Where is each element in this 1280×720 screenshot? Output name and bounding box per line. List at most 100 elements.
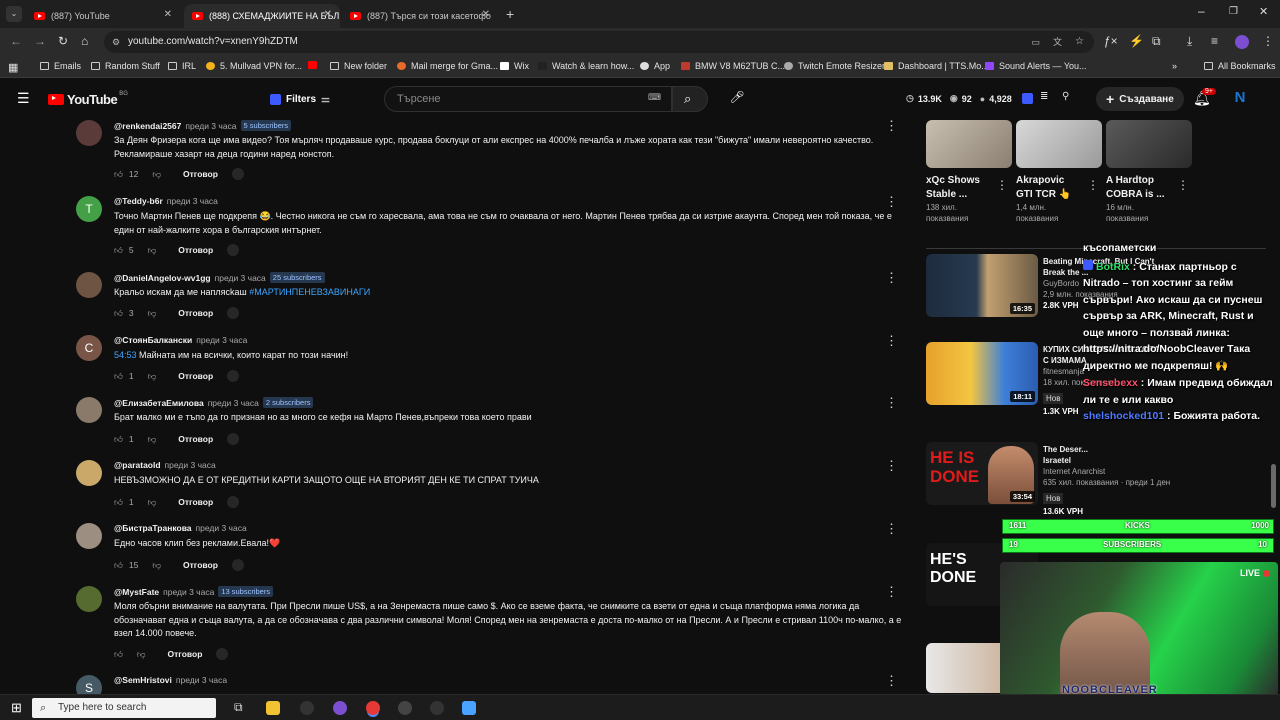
like-thumb-icon[interactable]: 👍︎ xyxy=(114,497,123,508)
download-icon[interactable]: ⤓ xyxy=(1187,34,1192,49)
video-thumbnail[interactable]: 18:11 xyxy=(926,342,1038,405)
bookmark-wix[interactable]: Wix xyxy=(500,61,529,71)
comment-menu-icon[interactable]: ⋮ xyxy=(885,334,898,347)
more-bookmarks-chevron-icon[interactable]: » xyxy=(1172,61,1177,71)
reply-button[interactable]: Отговор xyxy=(178,497,213,507)
short-video-card[interactable]: Akrapovic GTI TCR 👆 1,4 млн. показвания xyxy=(1016,174,1096,224)
extension-blue-icon[interactable] xyxy=(1022,93,1033,104)
avatar[interactable]: C xyxy=(76,335,102,361)
tab-active-video[interactable]: (888) СХЕМАДЖИИТЕ НА БЪЛ ✕ xyxy=(184,4,340,28)
short-menu-icon[interactable]: ⋮ xyxy=(1087,178,1099,192)
bookmark-bmw[interactable]: BMW V8 M62TUB C... xyxy=(681,61,785,71)
comment-author[interactable]: @MystFate xyxy=(114,587,159,597)
dislike-thumb-icon[interactable]: 👎︎ xyxy=(137,649,146,660)
comment-time[interactable]: преди 3 часа xyxy=(165,460,216,470)
comment-author[interactable]: @БистраТранкова xyxy=(114,523,192,533)
like-thumb-icon[interactable]: 👍︎ xyxy=(114,245,123,256)
avatar[interactable] xyxy=(76,523,102,549)
translate-icon[interactable]: 文 xyxy=(1053,31,1062,53)
reply-button[interactable]: Отговор xyxy=(168,649,203,659)
bookmark-emails[interactable]: Emails xyxy=(40,61,81,71)
search-input[interactable]: Търсене xyxy=(384,86,672,112)
avatar[interactable]: T xyxy=(76,196,102,222)
bookmark-app[interactable]: App xyxy=(640,61,670,71)
avatar[interactable]: S xyxy=(76,675,102,694)
reply-button[interactable]: Отговор xyxy=(178,434,213,444)
comment-time[interactable]: преди 3 часа xyxy=(185,121,236,131)
comment-menu-icon[interactable]: ⋮ xyxy=(885,271,898,284)
taskbar-search-input[interactable]: ⌕ Type here to search xyxy=(32,698,216,718)
media-control-icon[interactable]: ≡ xyxy=(1211,34,1218,48)
profile-avatar[interactable] xyxy=(1235,35,1249,49)
extension-fx-icon[interactable]: ƒ× xyxy=(1104,34,1118,48)
video-thumbnail[interactable]: HE IS DONE 33:54 xyxy=(926,442,1038,505)
apps-grid-icon[interactable]: ▦ xyxy=(8,61,18,74)
tab-youtube[interactable]: (887) YouTube ✕ xyxy=(26,4,180,28)
comment-author[interactable]: @renkendai2567 xyxy=(114,121,181,131)
bookmark-twitch-emote[interactable]: Twitch Emote Resizer xyxy=(784,61,885,71)
list-icon[interactable]: ≣ xyxy=(1040,91,1048,102)
dislike-thumb-icon[interactable]: 👎︎ xyxy=(148,308,157,319)
screen-cast-icon[interactable]: ▭ xyxy=(1031,31,1040,53)
file-explorer-icon[interactable] xyxy=(266,701,280,715)
close-tab-icon[interactable]: ✕ xyxy=(164,9,172,20)
sidebar-scrollbar[interactable] xyxy=(1271,464,1276,508)
restore-window-icon[interactable]: ❐ xyxy=(1229,6,1238,17)
bookmark-mail-merge[interactable]: Mail merge for Gma... xyxy=(397,61,498,71)
bookmark-youtube[interactable] xyxy=(308,61,322,69)
like-thumb-icon[interactable]: 👍︎ xyxy=(114,434,123,445)
comment-menu-icon[interactable]: ⋮ xyxy=(885,522,898,535)
reply-button[interactable]: Отговор xyxy=(178,371,213,381)
video-thumbnail[interactable] xyxy=(1106,120,1192,168)
comment-menu-icon[interactable]: ⋮ xyxy=(885,396,898,409)
dislike-thumb-icon[interactable]: 👎︎ xyxy=(148,434,157,445)
reply-button[interactable]: Отговор xyxy=(178,245,213,255)
comment-menu-icon[interactable]: ⋮ xyxy=(885,585,898,598)
comment-author[interactable]: @СтоянБалкански xyxy=(114,335,192,345)
short-video-card[interactable]: xQc Shows Stable ... 138 хил. показвания xyxy=(926,174,1006,224)
avatar[interactable] xyxy=(76,120,102,146)
short-menu-icon[interactable]: ⋮ xyxy=(1177,178,1189,192)
comment-menu-icon[interactable]: ⋮ xyxy=(885,119,898,132)
like-thumb-icon[interactable]: 👍︎ xyxy=(114,169,123,180)
close-window-icon[interactable]: ✕ xyxy=(1259,5,1268,18)
voice-search-mic-icon[interactable]: 🎤︎ xyxy=(726,90,748,112)
comment-time[interactable]: преди 3 часа xyxy=(215,273,266,283)
bookmark-star-icon[interactable]: ☆ xyxy=(1075,31,1084,53)
keyboard-icon[interactable]: ⌨ xyxy=(648,92,661,103)
close-tab-icon[interactable]: ✕ xyxy=(482,9,490,20)
like-thumb-icon[interactable]: 👍︎ xyxy=(114,371,123,382)
reply-button[interactable]: Отговор xyxy=(178,308,213,318)
bookmark-watch-learn[interactable]: Watch & learn how... xyxy=(538,61,634,71)
avatar[interactable] xyxy=(76,586,102,612)
video-card[interactable]: The Deser... Israetel Internet Anarchist… xyxy=(1043,444,1193,517)
comment-menu-icon[interactable]: ⋮ xyxy=(885,675,898,687)
timestamp-link[interactable]: 54:53 xyxy=(114,350,137,360)
comment-time[interactable]: преди 3 часа xyxy=(167,196,218,206)
comment-author[interactable]: @ЕлизабетаЕмилова xyxy=(114,398,204,408)
bookmark-all-bookmarks[interactable]: All Bookmarks xyxy=(1204,61,1276,71)
bookmark-dashboard-tts[interactable]: Dashboard | TTS.Mo... xyxy=(884,61,989,71)
browser-menu-icon[interactable]: ⋮ xyxy=(1262,34,1274,48)
comment-author[interactable]: @parataold xyxy=(114,460,161,470)
app-icon[interactable] xyxy=(300,701,314,715)
chrome-icon[interactable] xyxy=(366,701,380,715)
windows-start-icon[interactable]: ⊞ xyxy=(11,700,22,716)
like-thumb-icon[interactable]: 👍︎ xyxy=(114,649,123,660)
comment-author[interactable]: @Teddy-b6r xyxy=(114,196,163,206)
tab-third-video[interactable]: (887) Търся си този касетофо ✕ xyxy=(342,4,498,28)
avatar[interactable] xyxy=(76,272,102,298)
reply-button[interactable]: Отговор xyxy=(183,560,218,570)
translate-toggle-icon[interactable]: ⚲ xyxy=(1062,91,1069,102)
video-thumbnail[interactable]: 16:35 xyxy=(926,254,1038,317)
browser-app-icon[interactable] xyxy=(333,701,347,715)
avatar[interactable] xyxy=(76,460,102,486)
channel-name[interactable]: Internet Anarchist xyxy=(1043,466,1193,477)
reply-button[interactable]: Отговор xyxy=(183,169,218,179)
comment-author[interactable]: @SemHristovi xyxy=(114,675,172,685)
bookmark-sound-alerts[interactable]: Sound Alerts — You... xyxy=(985,61,1087,71)
paint-icon[interactable] xyxy=(462,701,476,715)
dislike-thumb-icon[interactable]: 👎︎ xyxy=(148,245,157,256)
obs-icon[interactable] xyxy=(398,701,412,715)
hashtag-link[interactable]: #МАРТИНПЕНЕВЗАВИНАГИ xyxy=(249,287,370,297)
